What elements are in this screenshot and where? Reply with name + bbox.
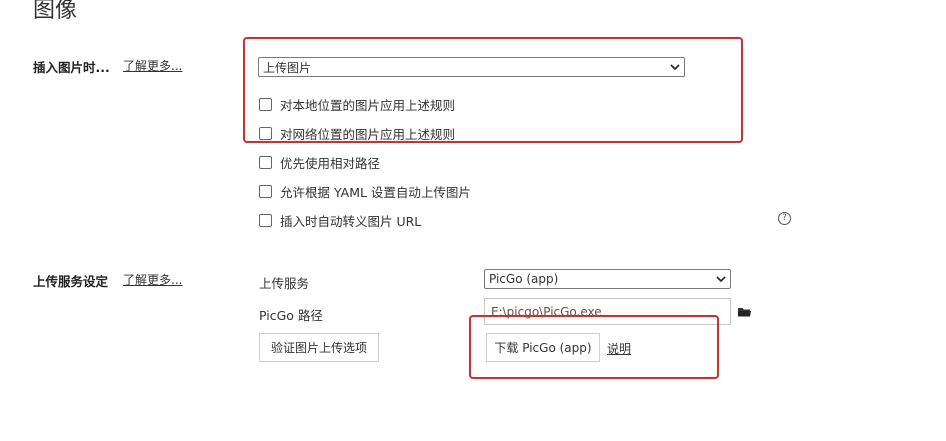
- highlight-box: [243, 37, 743, 143]
- checkbox-box[interactable]: [259, 214, 272, 227]
- checkbox-relative-path[interactable]: 优先使用相对路径: [259, 153, 380, 172]
- chevron-down-icon: [716, 276, 726, 283]
- highlight-box: [469, 315, 719, 379]
- upload-section-label: 上传服务设定: [33, 274, 109, 289]
- upload-service-select[interactable]: PicGo (app): [484, 269, 731, 289]
- checkbox-yaml-auto-upload[interactable]: 允许根据 YAML 设置自动上传图片: [259, 182, 471, 201]
- picgo-path-label: PicGo 路径: [259, 308, 323, 323]
- checkbox-box[interactable]: [259, 185, 272, 198]
- help-icon[interactable]: ?: [778, 212, 791, 225]
- page-title: 图像: [33, 0, 78, 23]
- upload-service-select-value: PicGo (app): [489, 272, 559, 286]
- verify-upload-button[interactable]: 验证图片上传选项: [259, 333, 379, 362]
- checkbox-escape-url[interactable]: 插入时自动转义图片 URL: [259, 211, 421, 230]
- checkbox-label: 插入时自动转义图片 URL: [280, 214, 422, 229]
- upload-service-label: 上传服务: [259, 276, 310, 291]
- upload-learn-more-link[interactable]: 了解更多...: [123, 271, 182, 288]
- folder-icon[interactable]: [738, 307, 751, 317]
- insert-section-label: 插入图片时...: [33, 60, 110, 75]
- checkbox-label: 允许根据 YAML 设置自动上传图片: [280, 185, 471, 200]
- checkbox-label: 优先使用相对路径: [280, 156, 381, 171]
- insert-learn-more-link[interactable]: 了解更多...: [123, 57, 182, 74]
- checkbox-box[interactable]: [259, 156, 272, 169]
